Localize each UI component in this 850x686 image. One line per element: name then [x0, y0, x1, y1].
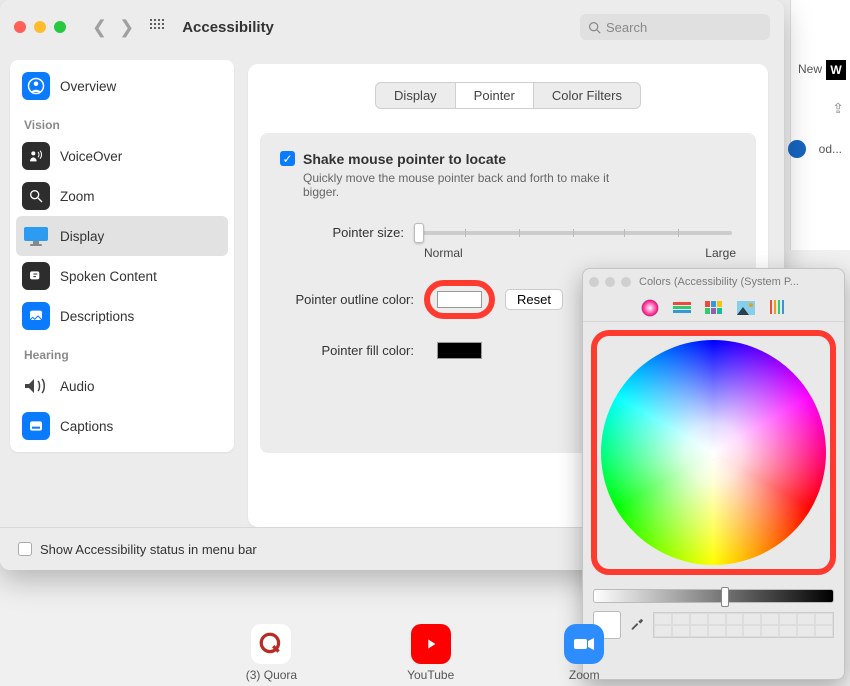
dock-item-quora[interactable]: (3) Quora	[246, 624, 297, 682]
color-tab-pencils[interactable]	[765, 298, 791, 318]
bg-w-icon: W	[826, 60, 846, 80]
shake-pointer-checkbox[interactable]	[280, 151, 295, 166]
search-icon	[588, 21, 601, 34]
search-placeholder: Search	[606, 20, 647, 35]
show-status-checkbox[interactable]	[18, 542, 32, 556]
section-header-hearing: Hearing	[16, 336, 228, 366]
zoom-app-icon	[564, 624, 604, 664]
fill-color-label: Pointer fill color:	[280, 343, 424, 358]
dock-item-zoom[interactable]: Zoom	[564, 624, 604, 682]
brightness-slider[interactable]	[593, 589, 834, 603]
sidebar-item-label: VoiceOver	[60, 149, 122, 164]
bg-tab-od: od...	[819, 142, 842, 156]
tab-display[interactable]: Display	[376, 83, 455, 108]
tab-color-filters[interactable]: Color Filters	[533, 83, 640, 108]
outline-color-label: Pointer outline color:	[280, 292, 424, 307]
slider-max-label: Large	[705, 246, 736, 260]
sidebar-item-captions[interactable]: Captions	[16, 406, 228, 446]
forward-button[interactable]: ❯	[113, 17, 140, 38]
color-wheel-cursor[interactable]	[707, 446, 721, 460]
display-tabs: Display Pointer Color Filters	[375, 82, 641, 109]
sidebar-item-overview[interactable]: Overview	[16, 66, 228, 106]
audio-icon	[22, 372, 50, 400]
annotation-highlight-wheel	[591, 330, 836, 575]
shake-pointer-label: Shake mouse pointer to locate	[303, 151, 643, 167]
minimize-window-button[interactable]	[34, 21, 46, 33]
all-prefs-grid-icon[interactable]	[150, 19, 166, 35]
section-header-vision: Vision	[16, 106, 228, 136]
share-icon: ⇪	[832, 100, 844, 117]
sidebar-item-label: Overview	[60, 79, 116, 94]
dock-label: (3) Quora	[246, 668, 297, 682]
slider-knob[interactable]	[414, 223, 424, 243]
youtube-icon	[411, 624, 451, 664]
color-tab-sliders[interactable]	[669, 298, 695, 318]
sidebar-item-label: Zoom	[60, 189, 95, 204]
annotation-highlight-outline	[424, 280, 495, 319]
sidebar-item-label: Spoken Content	[60, 269, 157, 284]
zoom-icon	[22, 182, 50, 210]
close-window-button[interactable]	[14, 21, 26, 33]
colors-close-button[interactable]	[589, 277, 599, 287]
color-tab-image[interactable]	[733, 298, 759, 318]
captions-icon	[22, 412, 50, 440]
sidebar-item-audio[interactable]: Audio	[16, 366, 228, 406]
pointer-size-label: Pointer size:	[280, 225, 414, 240]
sidebar-item-zoom[interactable]: Zoom	[16, 176, 228, 216]
pointer-size-slider[interactable]	[414, 231, 732, 235]
spoken-content-icon	[22, 262, 50, 290]
brightness-slider-knob[interactable]	[721, 587, 729, 607]
colors-titlebar: Colors (Accessibility (System P...	[583, 269, 844, 294]
sidebar-item-label: Captions	[60, 419, 113, 434]
background-browser-peek: New W ⇪ od...	[790, 0, 850, 250]
color-tab-palettes[interactable]	[701, 298, 727, 318]
outline-color-swatch[interactable]	[437, 291, 482, 308]
tab-pointer[interactable]: Pointer	[455, 83, 533, 108]
overview-icon	[22, 72, 50, 100]
sidebar-item-label: Audio	[60, 379, 95, 394]
color-wheel[interactable]	[601, 340, 826, 565]
colors-panel-window: Colors (Accessibility (System P...	[582, 268, 845, 680]
sidebar-item-display[interactable]: Display	[16, 216, 228, 256]
fullscreen-window-button[interactable]	[54, 21, 66, 33]
quora-icon	[251, 624, 291, 664]
colors-mode-tabs	[583, 294, 844, 322]
browser-tab-icon	[788, 140, 806, 158]
sidebar-item-label: Descriptions	[60, 309, 134, 324]
window-title: Accessibility	[182, 19, 580, 36]
fill-color-swatch[interactable]	[437, 342, 482, 359]
shake-pointer-description: Quickly move the mouse pointer back and …	[303, 171, 643, 199]
bg-tab-new: New	[798, 62, 822, 76]
descriptions-icon	[22, 302, 50, 330]
titlebar: ❮ ❯ Accessibility Search	[0, 0, 784, 54]
dock-label: Zoom	[569, 668, 600, 682]
sidebar-item-spoken-content[interactable]: Spoken Content	[16, 256, 228, 296]
voiceover-icon	[22, 142, 50, 170]
dock-label: YouTube	[407, 668, 454, 682]
reset-button[interactable]: Reset	[505, 289, 563, 310]
show-status-label: Show Accessibility status in menu bar	[40, 542, 257, 557]
slider-min-label: Normal	[424, 246, 463, 260]
sidebar-item-voiceover[interactable]: VoiceOver	[16, 136, 228, 176]
window-controls	[14, 21, 66, 33]
dock-like-row: (3) Quora YouTube Zoom	[0, 624, 850, 682]
colors-fullscreen-button[interactable]	[621, 277, 631, 287]
color-tab-wheel[interactable]	[637, 298, 663, 318]
dock-item-youtube[interactable]: YouTube	[407, 624, 454, 682]
sidebar-item-label: Display	[60, 229, 104, 244]
colors-title: Colors (Accessibility (System P...	[639, 276, 799, 288]
search-input[interactable]: Search	[580, 14, 770, 40]
back-button[interactable]: ❮	[86, 17, 113, 38]
display-icon	[22, 222, 50, 250]
sidebar-item-descriptions[interactable]: Descriptions	[16, 296, 228, 336]
colors-minimize-button[interactable]	[605, 277, 615, 287]
sidebar: Overview Vision VoiceOver Zoom	[0, 54, 244, 527]
